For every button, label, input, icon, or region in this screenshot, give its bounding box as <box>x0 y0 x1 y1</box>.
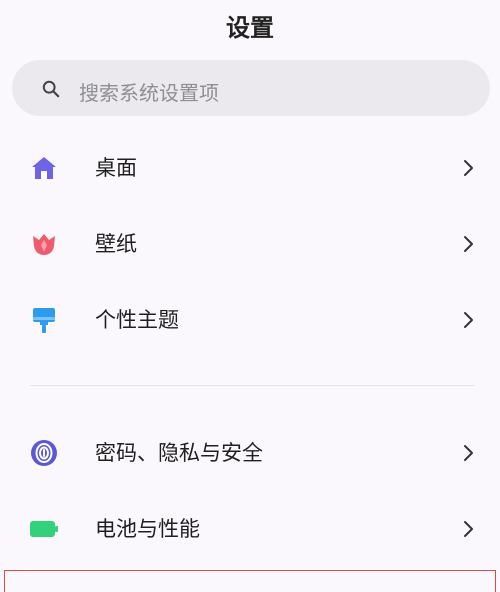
tulip-icon <box>33 234 55 255</box>
search-bar[interactable]: 搜索系统设置项 <box>12 60 490 116</box>
chevron-right-icon <box>464 312 473 328</box>
paint-brush-icon <box>33 308 55 333</box>
chevron-right-icon <box>464 236 473 252</box>
fingerprint-icon <box>31 440 57 466</box>
chevron-right-icon <box>464 445 473 461</box>
settings-item-security[interactable]: 密码、隐私与安全 <box>0 423 500 483</box>
settings-item-label: 电池与性能 <box>95 517 200 541</box>
settings-item-label: 壁纸 <box>95 232 137 256</box>
settings-item-label: 密码、隐私与安全 <box>95 441 263 465</box>
settings-item-label: 个性主题 <box>95 308 179 332</box>
settings-item-theme[interactable]: 个性主题 <box>0 290 500 350</box>
settings-item-wallpaper[interactable]: 壁纸 <box>0 214 500 274</box>
page-title: 设置 <box>226 14 274 42</box>
battery-icon <box>30 521 58 537</box>
highlighted-item-box[interactable] <box>4 570 496 592</box>
search-icon <box>42 80 60 98</box>
settings-item-label: 桌面 <box>95 156 137 180</box>
chevron-right-icon <box>464 160 473 176</box>
group-divider <box>30 385 475 386</box>
settings-item-desktop[interactable]: 桌面 <box>0 138 500 198</box>
chevron-right-icon <box>464 521 473 537</box>
home-icon <box>32 157 56 179</box>
search-input[interactable]: 搜索系统设置项 <box>79 77 219 106</box>
settings-item-battery[interactable]: 电池与性能 <box>0 499 500 559</box>
